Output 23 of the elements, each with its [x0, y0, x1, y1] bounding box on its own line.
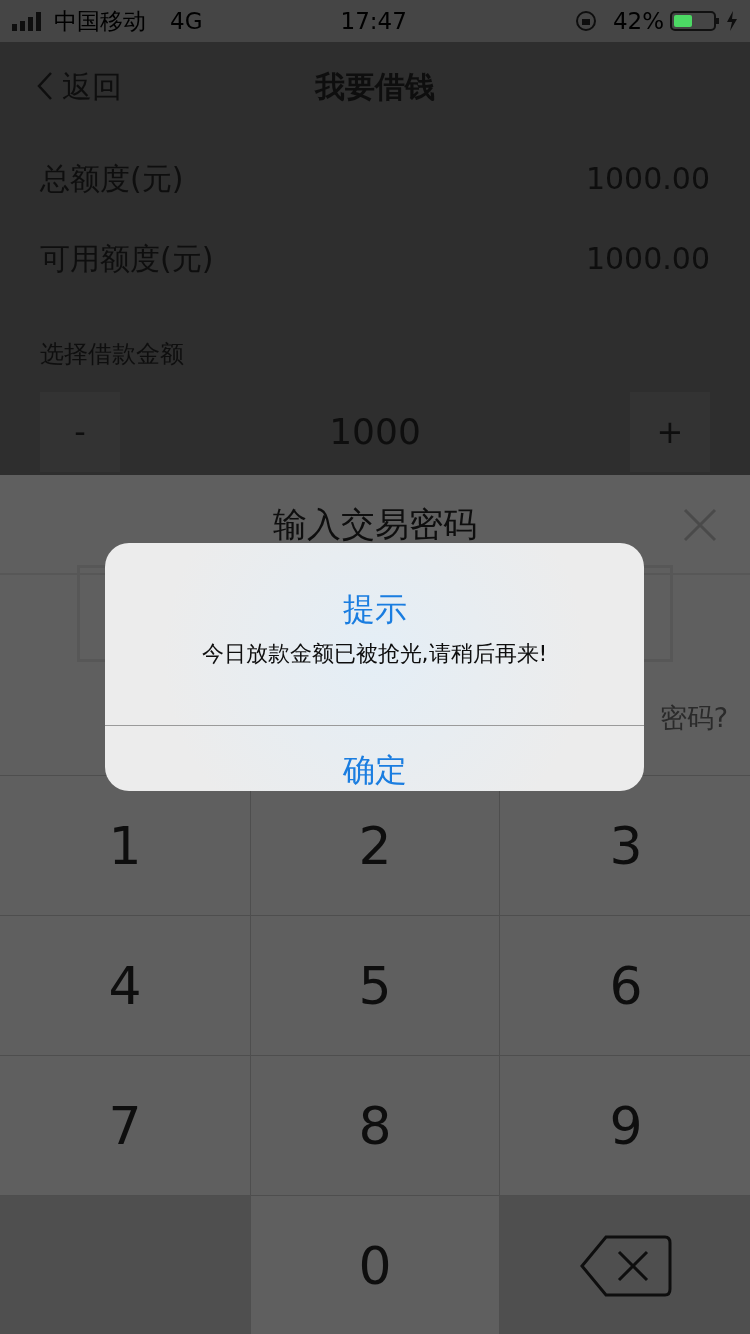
backspace-icon — [579, 1234, 673, 1297]
keypad-key[interactable]: 4 — [0, 916, 250, 1055]
keypad-key[interactable]: 9 — [500, 1056, 750, 1195]
keypad-key[interactable]: 7 — [0, 1056, 250, 1195]
dialog-message: 今日放款金额已被抢光,请稍后再来! — [200, 640, 549, 668]
status-time: 17:47 — [339, 6, 408, 36]
keypad-key[interactable]: 3 — [500, 776, 750, 915]
keypad-key[interactable]: 5 — [251, 916, 499, 1055]
rotation-lock-icon — [574, 10, 597, 32]
network-type: 4G — [170, 6, 203, 36]
battery-icon — [670, 10, 720, 32]
chevron-left-icon — [36, 71, 54, 101]
minus-button[interactable]: - — [40, 392, 120, 472]
carrier-name: 中国移动 — [54, 6, 146, 36]
keypad-key[interactable]: 8 — [251, 1056, 499, 1195]
keypad-key[interactable]: 0 — [251, 1196, 499, 1334]
sheet-title: 输入交易密码 — [273, 502, 477, 546]
plus-button[interactable]: + — [630, 392, 710, 472]
keypad-key[interactable]: 1 — [0, 776, 250, 915]
charging-icon — [726, 11, 738, 31]
keypad-key[interactable]: 6 — [500, 916, 750, 1055]
battery-percent: 42% — [612, 6, 664, 36]
dialog-title: 提示 — [341, 589, 408, 630]
